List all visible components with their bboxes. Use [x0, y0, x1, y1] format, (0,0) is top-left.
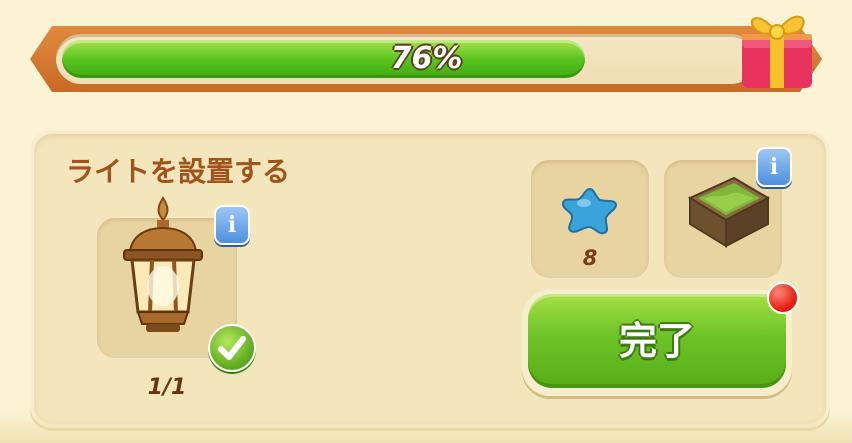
- check-icon: [208, 324, 256, 372]
- reward-info-button[interactable]: i: [756, 147, 792, 187]
- lantern-icon: [123, 196, 203, 332]
- notification-dot: [767, 282, 799, 314]
- bottom-edge: [0, 412, 852, 443]
- task-title: ライトを設置する: [66, 155, 291, 188]
- complete-button-face[interactable]: 完了: [528, 294, 786, 388]
- blue-star-gem-icon: [561, 187, 618, 235]
- item-info-button[interactable]: i: [214, 205, 250, 245]
- progress-percent: 76%: [390, 41, 463, 76]
- reward-count: 8: [582, 246, 598, 270]
- gift-box-icon[interactable]: [734, 0, 818, 92]
- complete-button[interactable]: 完了: [522, 290, 792, 396]
- complete-button-label: 完了: [618, 319, 695, 363]
- item-count: 1/1: [147, 375, 187, 400]
